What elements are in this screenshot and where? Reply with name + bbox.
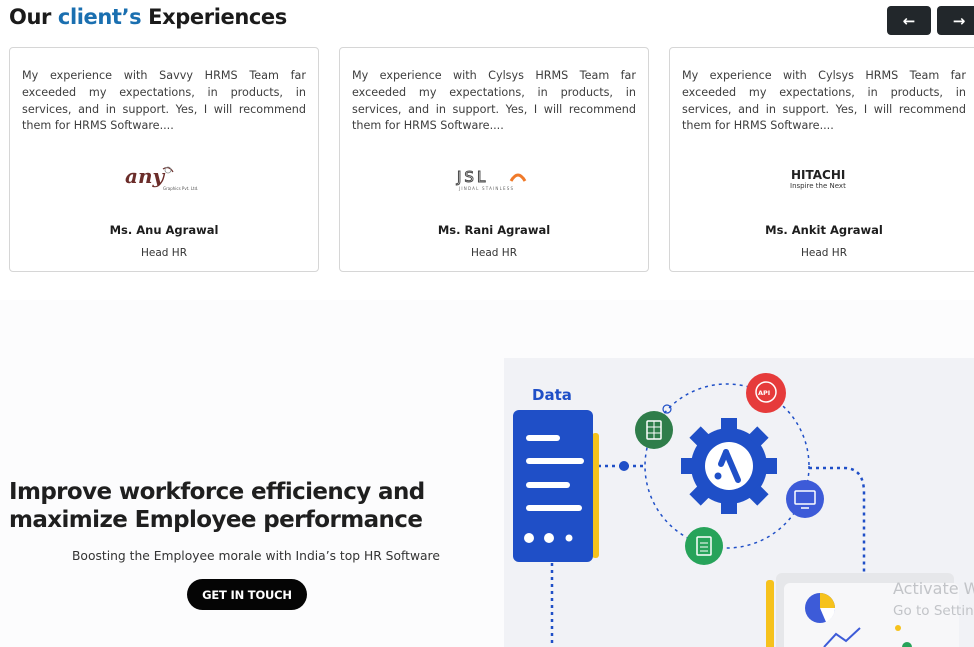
logo-subtext: Graphics Pvt. Ltd. bbox=[163, 186, 198, 191]
watermark-line1: Activate W bbox=[893, 579, 974, 598]
next-button[interactable]: → bbox=[937, 6, 974, 35]
spreadsheet-icon bbox=[635, 411, 673, 449]
title-accent: client’s bbox=[57, 5, 142, 29]
client-role: Head HR bbox=[471, 247, 517, 259]
logo-subtext: Inspire the Next bbox=[790, 182, 846, 190]
client-logo-any: any Graphics Pvt. Ltd. bbox=[10, 160, 318, 196]
client-role: Head HR bbox=[801, 247, 847, 259]
client-name: Ms. Anu Agrawal bbox=[109, 223, 219, 237]
activation-watermark: Activate W Go to Settin bbox=[893, 578, 974, 622]
client-name: Ms. Rani Agrawal bbox=[437, 223, 551, 237]
client-name: Ms. Ankit Agrawal bbox=[765, 223, 883, 237]
prev-button[interactable]: ← bbox=[887, 6, 931, 35]
document-icon bbox=[685, 527, 723, 565]
testimonial-quote: My experience with Cylsys HRMS Team far … bbox=[682, 69, 966, 133]
testimonial-card: My experience with Cylsys HRMS Team far … bbox=[669, 47, 974, 272]
logo-text: JSL bbox=[456, 168, 488, 186]
server-icon bbox=[513, 410, 599, 562]
title-suffix: Experiences bbox=[148, 5, 287, 29]
testimonial-quote: My experience with Cylsys HRMS Team far … bbox=[352, 69, 636, 133]
logo-text: any bbox=[125, 164, 166, 188]
testimonial-quote: My experience with Savvy HRMS Team far e… bbox=[22, 69, 306, 133]
client-role: Head HR bbox=[141, 247, 187, 259]
get-in-touch-button[interactable]: GET IN TOUCH bbox=[187, 579, 307, 610]
monitor-icon bbox=[786, 480, 824, 518]
testimonial-card: My experience with Cylsys HRMS Team far … bbox=[339, 47, 649, 272]
client-logo-hitachi: HITACHI Inspire the Next bbox=[670, 160, 974, 196]
title-prefix: Our bbox=[9, 5, 51, 29]
api-label: API bbox=[758, 389, 770, 397]
hero-title: Improve workforce efficiency and maximiz… bbox=[9, 478, 425, 534]
hero-subtitle: Boosting the Employee morale with India’… bbox=[72, 549, 440, 563]
client-logo-jsl: JSL JINDAL STAINLESS bbox=[340, 160, 648, 196]
hero-title-line1: Improve workforce efficiency and bbox=[9, 479, 425, 505]
testimonial-card: My experience with Savvy HRMS Team far e… bbox=[9, 47, 319, 272]
logo-subtext: JINDAL STAINLESS bbox=[458, 186, 514, 191]
connector-dot-icon bbox=[619, 461, 629, 471]
api-icon: API bbox=[746, 373, 786, 413]
section-title: Our client’s Experiences bbox=[9, 5, 287, 29]
arrow-left-icon: ← bbox=[902, 11, 916, 30]
watermark-line2: Go to Settin bbox=[893, 603, 974, 619]
hero-title-line2: maximize Employee performance bbox=[9, 507, 423, 533]
gear-icon bbox=[681, 418, 777, 514]
data-label: Data bbox=[532, 386, 572, 404]
logo-text: HITACHI bbox=[791, 168, 845, 182]
arrow-right-icon: → bbox=[952, 11, 966, 30]
